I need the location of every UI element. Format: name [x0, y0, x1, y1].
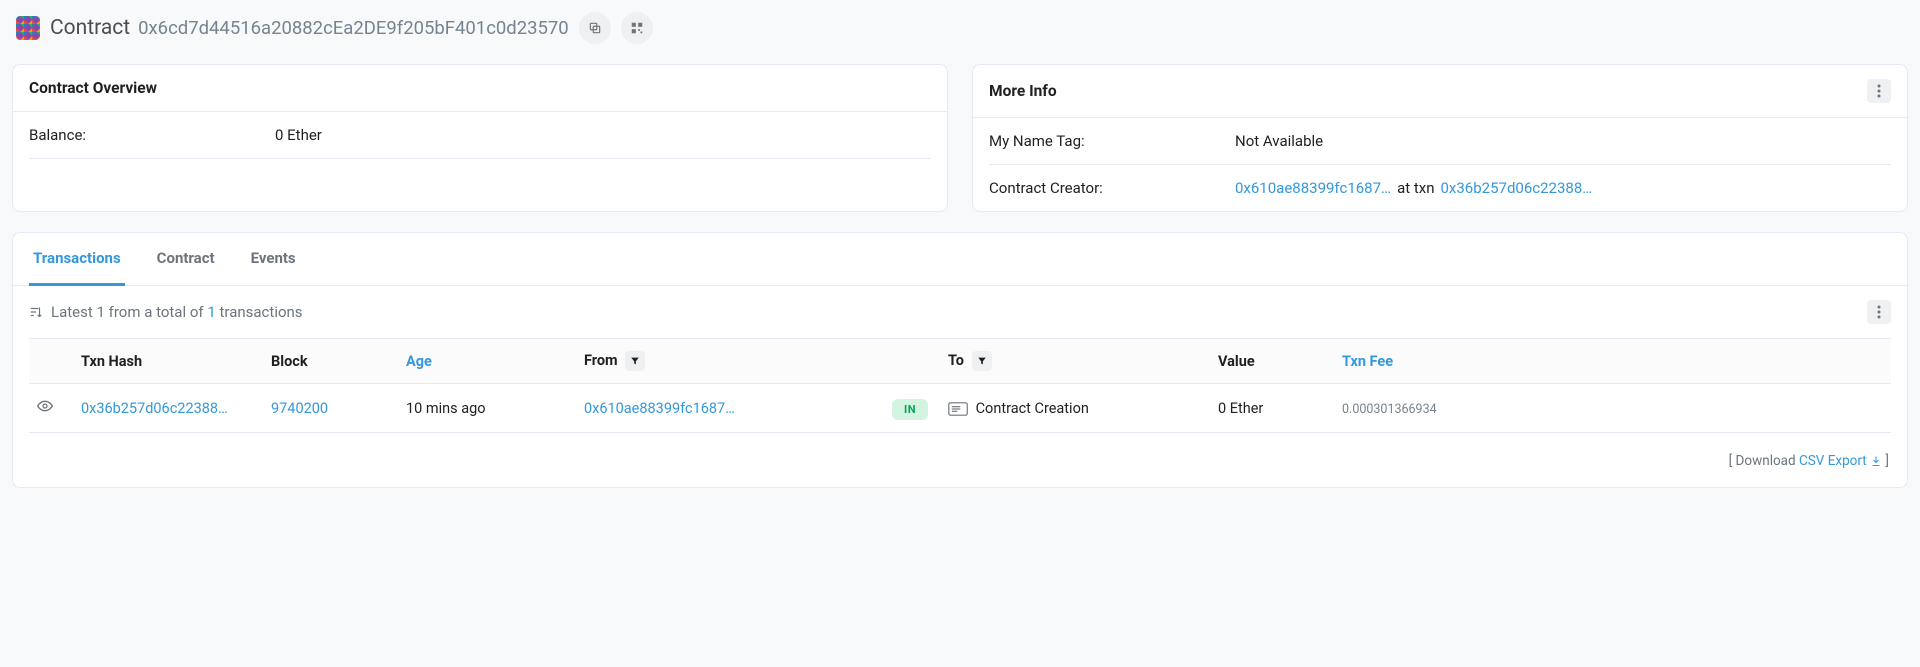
eye-icon [37, 398, 53, 414]
transactions-table: Txn Hash Block Age From To [29, 338, 1891, 433]
contract-identicon [16, 16, 40, 40]
name-tag-label: My Name Tag: [989, 132, 1235, 150]
kebab-icon [1877, 305, 1881, 319]
th-from: From [576, 339, 880, 384]
overview-title: Contract Overview [29, 79, 157, 97]
block-link[interactable]: 9740200 [271, 400, 328, 417]
balance-label: Balance: [29, 126, 275, 144]
table-row: 0x36b257d06c22388… 9740200 10 mins ago 0… [29, 384, 1891, 433]
copy-button[interactable] [579, 12, 611, 44]
sort-icon [29, 305, 43, 319]
contract-address: 0x6cd7d44516a20882cEa2DE9f205bF401c0d235… [138, 17, 569, 39]
contract-creation-icon [948, 402, 968, 416]
th-value: Value [1210, 339, 1334, 384]
at-txn-text: at txn [1397, 179, 1434, 197]
th-block: Block [263, 339, 398, 384]
more-info-menu-button[interactable] [1867, 79, 1891, 103]
kebab-icon [1877, 84, 1881, 98]
filter-icon [630, 356, 640, 366]
filter-icon [977, 356, 987, 366]
age-value: 10 mins ago [398, 384, 576, 433]
creator-txn-link[interactable]: 0x36b257d06c22388… [1441, 179, 1593, 197]
tab-transactions[interactable]: Transactions [29, 233, 125, 286]
tab-events[interactable]: Events [247, 233, 300, 286]
creator-address-link[interactable]: 0x610ae88399fc1687… [1235, 179, 1391, 197]
page-title-label: Contract [50, 16, 130, 40]
txn-fee-value: 0.000301366934 [1342, 402, 1437, 417]
view-details-button[interactable] [37, 401, 53, 418]
th-txn-hash: Txn Hash [73, 339, 263, 384]
name-tag-value: Not Available [1235, 132, 1323, 150]
qr-button[interactable] [621, 12, 653, 44]
csv-export-link[interactable]: CSV Export [1799, 453, 1882, 469]
filter-to-button[interactable] [972, 351, 992, 371]
more-info-card: More Info My Name Tag: Not Available Con… [972, 64, 1908, 212]
txn-hash-link[interactable]: 0x36b257d06c22388… [81, 400, 228, 417]
from-address-link[interactable]: 0x610ae88399fc1687… [584, 400, 735, 417]
page-header: Contract 0x6cd7d44516a20882cEa2DE9f205bF… [12, 12, 1908, 44]
tx-menu-button[interactable] [1867, 300, 1891, 324]
th-to: To [940, 339, 1210, 384]
contract-overview-card: Contract Overview Balance: 0 Ether [12, 64, 948, 212]
balance-value: 0 Ether [275, 126, 322, 144]
tabs: Transactions Contract Events [13, 233, 1907, 286]
transactions-card: Transactions Contract Events Latest 1 fr… [12, 232, 1908, 488]
filter-from-button[interactable] [625, 351, 645, 371]
more-info-title: More Info [989, 82, 1057, 100]
creator-label: Contract Creator: [989, 179, 1235, 197]
tx-summary-text: Latest 1 from a total of 1 transactions [51, 303, 303, 321]
value-cell: 0 Ether [1210, 384, 1334, 433]
to-value: Contract Creation [976, 400, 1089, 417]
direction-badge: IN [892, 399, 928, 420]
download-icon [1870, 455, 1882, 467]
export-row: [ Download CSV Export ] [13, 443, 1907, 487]
copy-icon [588, 21, 602, 35]
th-age[interactable]: Age [398, 339, 576, 384]
th-txn-fee[interactable]: Txn Fee [1334, 339, 1891, 384]
qr-icon [630, 21, 644, 35]
page-title: Contract 0x6cd7d44516a20882cEa2DE9f205bF… [50, 16, 569, 40]
tx-count[interactable]: 1 [207, 303, 215, 321]
tab-contract[interactable]: Contract [153, 233, 219, 286]
